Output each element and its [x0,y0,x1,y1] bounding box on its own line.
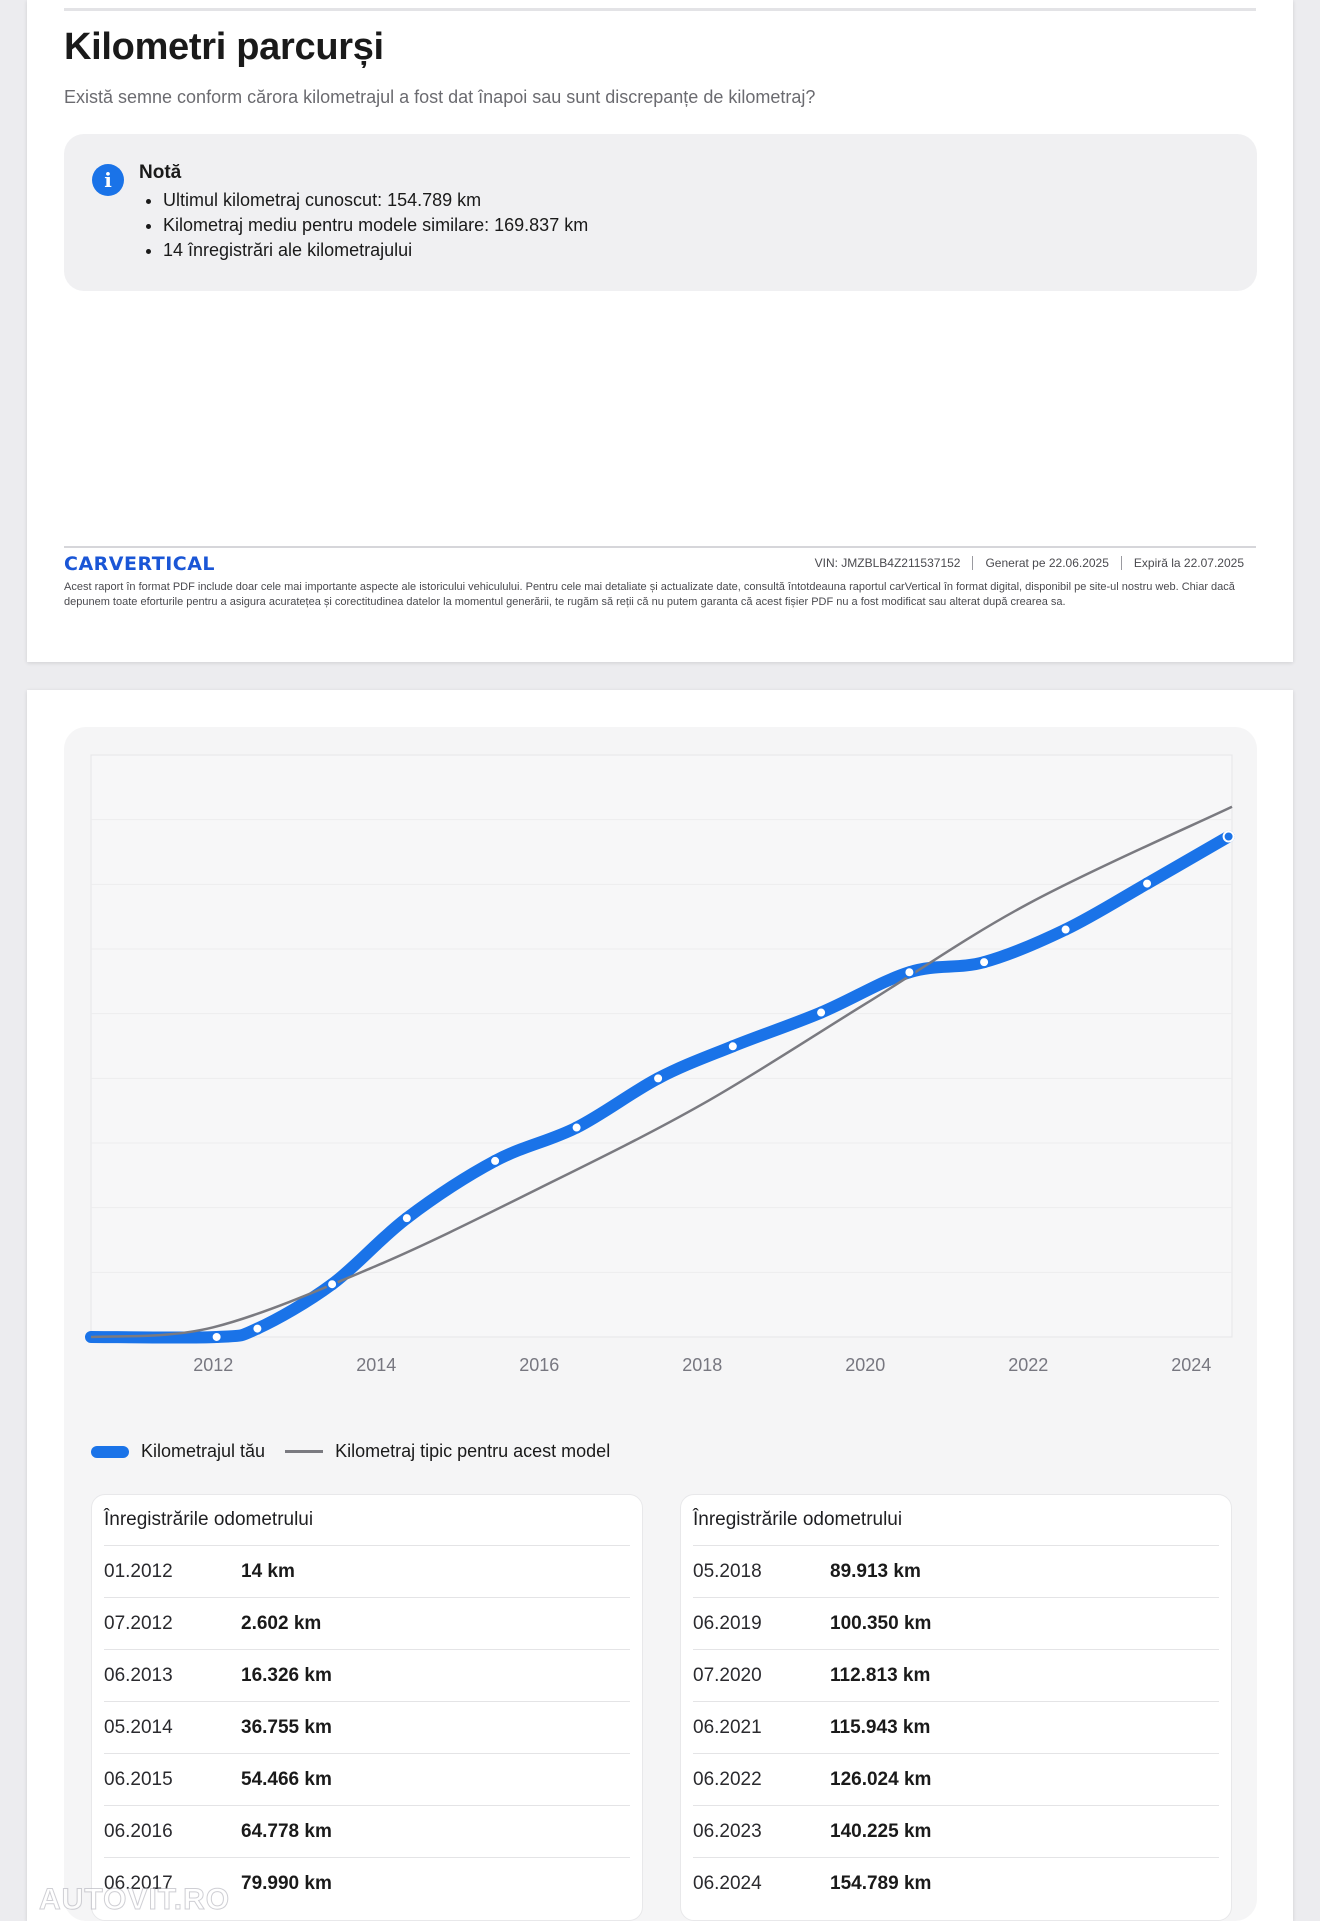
record-row: 07.2012 2.602 km [104,1597,630,1649]
record-km: 16.326 km [241,1664,332,1686]
watermark: AUTOVIT.RO [38,1883,231,1917]
odometer-records-card: Înregistrările odometrului 01.2012 14 km 0… [91,1494,643,1921]
note-item: Ultimul kilometraj cunoscut: 154.789 km [163,188,588,213]
card-title: Înregistrările odometrului [104,1509,314,1530]
data-point [726,1040,739,1053]
note-item: Kilometraj mediu pentru modele similare:… [163,213,588,238]
note-item: 14 înregistrări ale kilometrajului [163,238,588,263]
odometer-records-card: Înregistrările odometrului 05.2018 89.913… [680,1494,1232,1921]
x-tick-label: 2014 [356,1355,396,1375]
section-title: Kilometri parcurși [64,26,384,68]
record-date: 05.2014 [104,1716,173,1738]
record-row: 06.2024 154.789 km [693,1857,1219,1909]
data-point [570,1121,583,1134]
legend-label-typical-mileage: Kilometraj tipic pentru acest model [335,1441,611,1461]
divider [64,8,1256,11]
record-row: 06.2019 100.350 km [693,1597,1219,1649]
data-point [652,1072,665,1085]
note-list: Ultimul kilometraj cunoscut: 154.789 km … [139,188,588,263]
data-point [903,966,916,979]
record-date: 06.2019 [693,1612,762,1634]
report-page-1: Kilometri parcurși Există semne conform … [27,0,1293,662]
record-date: 05.2018 [693,1560,762,1582]
record-km: 100.350 km [830,1612,932,1634]
footer-divider [64,546,1256,548]
x-tick-label: 2024 [1171,1355,1211,1375]
legend-swatch-your-mileage [91,1445,129,1458]
record-km: 36.755 km [241,1716,332,1738]
record-date: 06.2021 [693,1716,762,1738]
x-tick-label: 2012 [193,1355,233,1375]
data-point [1059,923,1072,936]
record-date: 01.2012 [104,1560,173,1582]
card-title: Înregistrările odometrului [693,1509,903,1530]
expiry-date: Expiră la 22.07.2025 [1120,556,1256,570]
x-tick-label: 2022 [1008,1355,1048,1375]
legend-label-your-mileage: Kilometrajul tău [141,1441,266,1461]
record-row: 06.2016 64.778 km [104,1805,630,1857]
record-row: 06.2015 54.466 km [104,1753,630,1805]
data-point [326,1278,339,1291]
data-point [978,956,991,969]
x-tick-label: 2016 [519,1355,559,1375]
record-km: 64.778 km [241,1820,332,1842]
data-point [1141,877,1154,890]
note-box: i Notă Ultimul kilometraj cunoscut: 154.… [64,134,1257,291]
record-date: 06.2023 [693,1820,762,1842]
data-point [400,1212,413,1225]
record-row: 06.2022 126.024 km [693,1753,1219,1805]
data-point [489,1154,502,1167]
data-point [1222,830,1235,843]
section-subtitle: Există semne conform cărora kilometrajul… [64,87,816,107]
record-date: 06.2013 [104,1664,173,1686]
record-date: 06.2015 [104,1768,173,1790]
generated-date: Generat pe 22.06.2025 [972,556,1120,570]
info-icon: i [92,164,124,196]
record-date: 06.2016 [104,1820,173,1842]
record-km: 112.813 km [830,1664,931,1686]
record-date: 07.2020 [693,1664,762,1686]
record-date: 06.2022 [693,1768,762,1790]
record-km: 154.789 km [830,1872,932,1894]
vin-label: VIN: JMZBLB4Z211537152 [814,556,961,570]
record-km: 79.990 km [241,1872,332,1894]
record-km: 2.602 km [241,1612,322,1634]
data-point [815,1006,828,1019]
data-point [251,1322,264,1335]
record-date: 06.2024 [693,1872,762,1894]
record-row: 05.2018 89.913 km [693,1545,1219,1597]
records-list: 05.2018 89.913 km 06.2019 100.350 km 07.2020… [693,1545,1219,1909]
record-date: 07.2012 [104,1612,173,1634]
report-meta: VIN: JMZBLB4Z211537152 Generat pe 22.06.… [803,556,1256,570]
plot-area [90,754,1233,1338]
records-list: 01.2012 14 km 07.2012 2.602 km 06.2013 16.326… [104,1545,630,1909]
note-title: Notă [139,162,182,183]
chart-legend: Kilometrajul tău Kilometraj tipic pentru… [91,1441,610,1462]
record-km: 140.225 km [830,1820,932,1842]
record-row: 06.2013 16.326 km [104,1649,630,1701]
record-km: 14 km [241,1560,295,1582]
record-row: 06.2023 140.225 km [693,1805,1219,1857]
disclaimer-text: Acest raport în format PDF include doar … [64,581,1235,608]
legend-swatch-typical-mileage [285,1450,324,1453]
record-row: 01.2012 14 km [104,1545,630,1597]
record-km: 126.024 km [830,1768,932,1790]
record-km: 115.943 km [830,1716,931,1738]
record-km: 89.913 km [830,1560,921,1582]
record-km: 54.466 km [241,1768,332,1790]
mileage-panel: 2012 2014 2016 2018 2020 2022 2024 Kilometraju… [64,727,1257,1921]
record-row: 06.2021 115.943 km [693,1701,1219,1753]
carvertical-logo: CARVERTICAL [64,553,216,575]
mileage-chart: 2012 2014 2016 2018 2020 2022 2024 [85,754,1235,1375]
data-point [210,1330,223,1343]
x-tick-label: 2020 [845,1355,885,1375]
x-tick-label: 2018 [682,1355,722,1375]
record-row: 07.2020 112.813 km [693,1649,1219,1701]
record-row: 05.2014 36.755 km [104,1701,630,1753]
report-page-2: 2012 2014 2016 2018 2020 2022 2024 Kilometraju… [27,690,1293,1921]
